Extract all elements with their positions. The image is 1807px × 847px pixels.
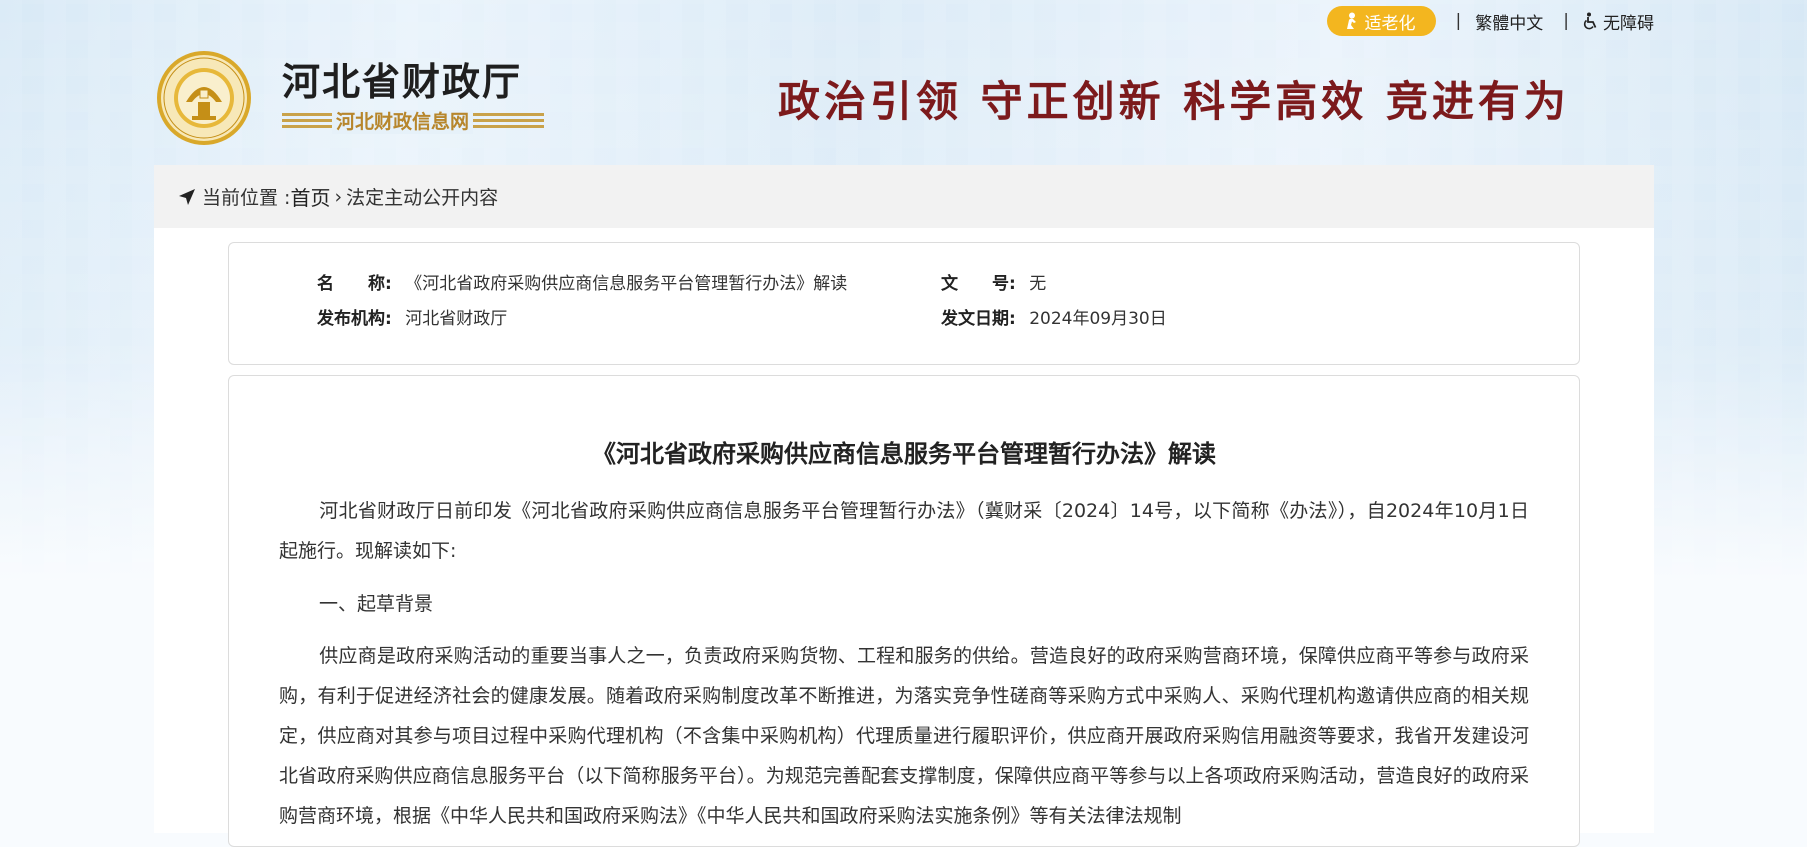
accessibility-label: 无障碍 [1603,13,1654,34]
info-issuer-row: 发布机构: 河北省财政厅 [317,304,507,329]
info-docno-key: 文 号: [941,274,1016,294]
info-name-value: 《河北省政府采购供应商信息服务平台管理暂行办法》解读 [405,274,848,294]
article-paragraph: 河北省财政厅日前印发《河北省政府采购供应商信息服务平台管理暂行办法》（冀财采〔2… [279,491,1529,571]
info-issuer-value: 河北省财政厅 [405,309,508,329]
document-info-card: 名 称: 《河北省政府采购供应商信息服务平台管理暂行办法》解读 文 号: 无 发… [228,242,1580,365]
elder-mode-label: 适老化 [1364,13,1416,34]
article-section-heading: 一、起草背景 [279,584,1529,624]
breadcrumb-separator: › [334,185,343,208]
site-title: 河北省财政厅 [282,59,523,104]
elder-person-icon [1346,12,1356,29]
info-name-key: 名 称: [317,274,392,294]
article-paragraph-text: 供应商是政府采购活动的重要当事人之一，负责政府采购货物、工程和服务的供给。营造良… [279,645,1529,827]
site-subtitle-band: 河北财政信息网 [282,110,544,134]
info-date-row: 发文日期: 2024年09月30日 [941,304,1167,329]
info-name-row: 名 称: 《河北省政府采购供应商信息服务平台管理暂行办法》解读 [317,269,847,294]
traditional-chinese-link[interactable]: 繁體中文 [1475,9,1543,34]
separator: | [1455,11,1462,31]
accessibility-link[interactable]: 无障碍 [1583,9,1654,34]
info-date-key: 发文日期: [941,309,1016,329]
breadcrumb-home-link[interactable]: 首页 [290,182,330,211]
breadcrumb-prefix: 当前位置 : [202,187,291,209]
finance-department-emblem-icon [157,51,251,145]
article-title: 《河北省政府采购供应商信息服务平台管理暂行办法》解读 [592,440,1216,468]
breadcrumb-current[interactable]: 法定主动公开内容 [346,183,498,210]
info-issuer-key: 发布机构: [317,309,392,329]
info-date-value: 2024年09月30日 [1029,309,1167,329]
article-card: 《河北省政府采购供应商信息服务平台管理暂行办法》解读 河北省财政厅日前印发《河北… [228,375,1580,847]
site-logo[interactable]: 河北省财政厅 河北财政信息网 [156,50,544,146]
location-arrow-icon [179,188,195,205]
article-paragraph-text: 河北省财政厅日前印发《河北省政府采购供应商信息服务平台管理暂行办法》（冀财采〔2… [279,500,1529,562]
site-subtitle: 河北财政信息网 [332,110,474,134]
article-paragraph: 供应商是政府采购活动的重要当事人之一，负责政府采购货物、工程和服务的供给。营造良… [279,636,1529,836]
info-docno-row: 文 号: 无 [941,269,1046,294]
article-section-heading-text: 一、起草背景 [319,593,434,615]
top-utility-bar: 适老化 | 繁體中文 | 无障碍 [1326,6,1654,36]
elder-mode-button[interactable]: 适老化 [1326,6,1436,36]
wheelchair-icon [1583,12,1597,30]
slogan: 政治引领 守正创新 科学高效 竞进有为 [778,77,1570,126]
info-docno-value: 无 [1029,274,1047,294]
breadcrumb: 当前位置 : 首页 › 法定主动公开内容 [154,165,1654,228]
separator: | [1563,11,1569,31]
